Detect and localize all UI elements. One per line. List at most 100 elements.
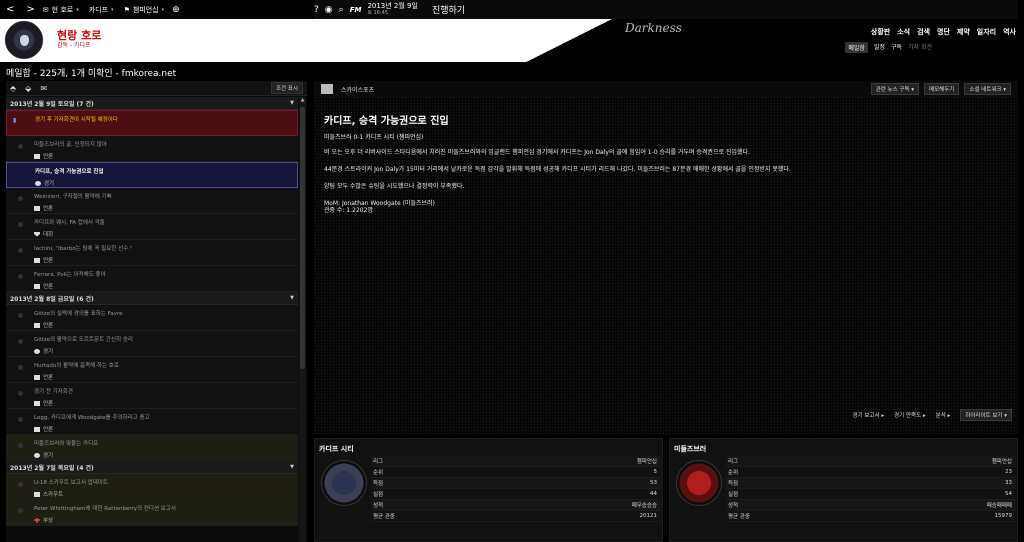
unread-dot-icon [18, 196, 23, 201]
match-report-link[interactable]: 경기 보고서 ▸ [853, 411, 885, 419]
attendance: 관중 수: 1.2202명 [324, 207, 373, 214]
menu-overview[interactable]: 상황판 [871, 27, 890, 37]
article-actions: 관련 뉴스 구독 ▾ 메모해두기 소셜 네트워크 ▾ [870, 83, 1011, 95]
category-label: 경기 [44, 181, 55, 187]
item-title: 카디프, 승격 가능권으로 진입 [35, 169, 104, 175]
menu-news[interactable]: 소식 [897, 27, 910, 37]
fm-menu-button[interactable]: FM [350, 6, 362, 14]
up-icon[interactable]: ⬘ [10, 84, 16, 93]
team-crest[interactable] [676, 460, 722, 506]
article-paragraph: 비 오는 오후 더 리버사이드 스타디움에서 치러진 미들즈브러와의 잉글랜드 … [324, 149, 750, 156]
globe-icon[interactable]: ◉ [325, 5, 333, 15]
stat-value: 53 [650, 480, 657, 486]
item-title: Ferrara, Poli는 이적해도 좋아 [34, 272, 106, 278]
unread-dot-icon [18, 482, 23, 487]
category-label: 언론 [43, 258, 54, 264]
category-label: 언론 [43, 323, 54, 329]
team-name[interactable]: 카디프 시티 [319, 444, 354, 454]
mail-icon[interactable]: ✉ [40, 84, 47, 93]
stat-key: 순위 [373, 470, 384, 476]
inbox-scrollbar[interactable]: ▲ [299, 97, 306, 542]
menu-search[interactable]: 검색 [917, 27, 930, 37]
item-category: 언론 [34, 399, 298, 407]
list-item-selected[interactable]: 카디프, 승격 가능권으로 진입 경기 [6, 162, 298, 188]
item-title: 카디프와 웨시, FA 컵에서 격돌 [34, 220, 105, 226]
collapse-icon[interactable]: ▼ [290, 464, 294, 470]
list-item[interactable]: Götze의 활약으로 도르트문트 간신히 승리 경기 [6, 331, 298, 357]
expand-icon[interactable]: ⬙ [25, 84, 31, 93]
date-group-header[interactable]: 2013년 2월 7일 목요일 (4 건) ▼ [6, 461, 298, 474]
add-note-button[interactable]: 메모해두기 [924, 83, 960, 95]
shield-icon [34, 231, 40, 237]
item-category: 언론 [34, 204, 298, 212]
menu-jobs[interactable]: 일자리 [977, 27, 996, 37]
analysis-link[interactable]: 분석 ▸ [936, 411, 951, 419]
match-ratings-link[interactable]: 경기 만족도 ▸ [894, 411, 926, 419]
list-item[interactable]: 카디프와 웨시, FA 컵에서 격돌 대회 [6, 214, 298, 240]
list-item[interactable]: Iachini, "Ibarbo는 팀에 꼭 필요한 선수." 언론 [6, 240, 298, 266]
chevron-down-icon: ▾ [161, 6, 165, 13]
collapse-icon[interactable]: ▼ [290, 295, 294, 301]
collapse-icon[interactable]: ▼ [290, 100, 294, 106]
list-item[interactable]: U-18 스카우트 보고서 업데이트 스카우트 [6, 474, 298, 500]
stat-row: 성적 패승패패패 [726, 500, 1016, 511]
team-name[interactable]: 미들즈브러 [674, 444, 706, 454]
list-item[interactable]: Ferrara, Poli는 이적해도 좋아 언론 [6, 266, 298, 292]
subscribe-news-button[interactable]: 관련 뉴스 구독 ▾ [870, 83, 920, 95]
item-title: 미들즈브러의 골, 인정되지 않아 [34, 142, 107, 148]
back-button[interactable]: < [0, 4, 20, 15]
newspaper-icon [321, 84, 333, 94]
stat-row: 순위 23 [726, 467, 1016, 478]
medical-cross-icon [34, 517, 40, 523]
help-icon[interactable]: ? [314, 5, 319, 15]
menu-club[interactable]: 카디프 ▾ [89, 5, 114, 15]
menu-roster[interactable]: 명단 [937, 27, 950, 37]
tab-subscriptions[interactable]: 구독 [891, 42, 902, 53]
forward-button[interactable]: > [20, 4, 40, 15]
tab-press-conference[interactable]: 기자 회견 [908, 42, 932, 53]
club-subtitle: 감독 - 카디프 [57, 42, 91, 49]
article-source: 스카이스포츠 [341, 86, 375, 94]
item-category: 부상 [34, 516, 298, 524]
item-category: 언론 [34, 256, 298, 264]
item-title: 미들즈브러와 맞붙는 카디프 [34, 441, 99, 447]
menu-offers[interactable]: 제약 [957, 27, 970, 37]
continue-button[interactable]: 진행하기 [432, 3, 465, 16]
filter-button[interactable]: 조건 표시 [271, 82, 303, 94]
item-category: 언론 [34, 282, 298, 290]
scroll-up-icon[interactable]: ▲ [299, 97, 306, 103]
newspaper-icon [34, 491, 40, 497]
list-item[interactable]: ▮ 경기 후 기자회견이 시작될 예정이다 [6, 110, 298, 136]
scrollbar-thumb[interactable] [300, 107, 305, 369]
time-text: 토 16:45 [367, 9, 389, 16]
list-item[interactable]: 미들즈브러의 골, 인정되지 않아 언론 [6, 136, 298, 162]
list-item[interactable]: Hurtado의 활약에 흡족해 하는 호로 언론 [6, 357, 298, 383]
date-group-header[interactable]: 2013년 2월 9일 토요일 (7 건) ▼ [6, 97, 298, 110]
date-text: 2013년 2월 9일 [367, 1, 418, 10]
world-icon[interactable]: ⊕ [172, 5, 180, 15]
menu-competition[interactable]: ⚑ 챔피언십 ▾ [124, 5, 165, 15]
list-item[interactable]: 경기 전 기자회견 언론 [6, 383, 298, 409]
newspaper-icon [34, 374, 40, 380]
item-title: 경기 전 기자회견 [34, 389, 73, 395]
list-item[interactable]: Peter Whittingham에 대한 Rattenberry의 컨디션 보… [6, 500, 298, 526]
list-item[interactable]: 미들즈브러와 맞붙는 카디프 경기 [6, 435, 298, 461]
list-item[interactable]: Weinzierl, 구자철의 활약에 기뻐 언론 [6, 188, 298, 214]
stat-value: 20121 [639, 513, 658, 519]
stat-key: 평균 관중 [373, 514, 395, 520]
search-icon[interactable]: ⌕ [339, 5, 344, 15]
highlights-button[interactable]: 하이라이트 보기 ▾ [960, 409, 1012, 421]
menu-manager[interactable]: ✉ 현 호로 ▾ [43, 5, 79, 15]
date-group-header[interactable]: 2013년 2월 8일 금요일 (6 건) ▼ [6, 292, 298, 305]
stat-row: 평균 관중 20121 [371, 511, 661, 522]
social-network-button[interactable]: 소셜 네트워크 ▾ [964, 83, 1011, 95]
list-item[interactable]: Legg, 카디프에게 Woodgate를 주의하라고 충고 언론 [6, 409, 298, 435]
club-badge[interactable] [5, 21, 43, 59]
list-item[interactable]: Götze의 실력에 경의를 표하는 Favre 언론 [6, 305, 298, 331]
menu-history[interactable]: 역사 [1003, 27, 1016, 37]
stat-row: 평균 관중 15979 [726, 511, 1016, 522]
tab-schedule[interactable]: 일정 [874, 42, 885, 53]
tab-inbox[interactable]: 메일함 [845, 42, 868, 53]
inbox-panel: ⬘ ⬙ ✉ 조건 표시 2013년 2월 9일 토요일 (7 건) ▼ ▮ 경기… [6, 81, 307, 542]
team-crest[interactable] [321, 460, 367, 506]
